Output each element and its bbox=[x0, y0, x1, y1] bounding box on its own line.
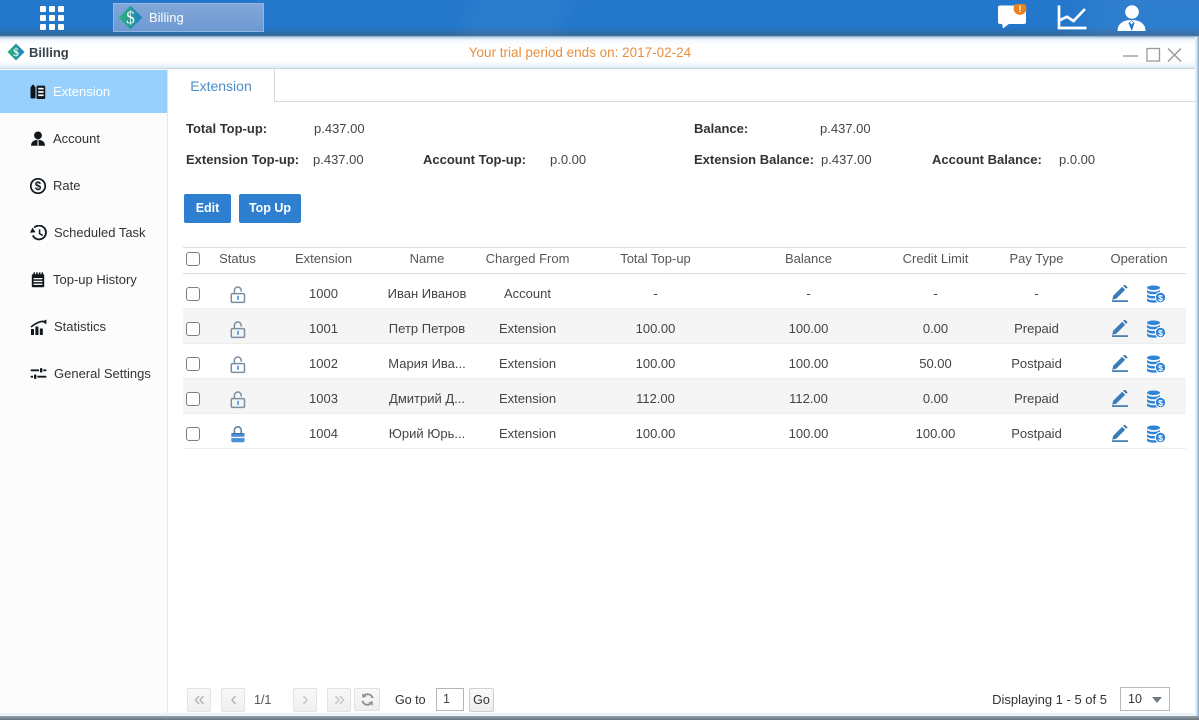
svg-text:$: $ bbox=[1158, 327, 1163, 337]
svg-text:$: $ bbox=[1158, 432, 1163, 442]
svg-text:$: $ bbox=[35, 181, 42, 193]
svg-text:$: $ bbox=[1158, 292, 1163, 302]
svg-text:$: $ bbox=[126, 7, 135, 27]
svg-text:$: $ bbox=[1158, 397, 1163, 407]
svg-text:!: ! bbox=[1018, 4, 1021, 15]
svg-text:$: $ bbox=[1158, 362, 1163, 372]
